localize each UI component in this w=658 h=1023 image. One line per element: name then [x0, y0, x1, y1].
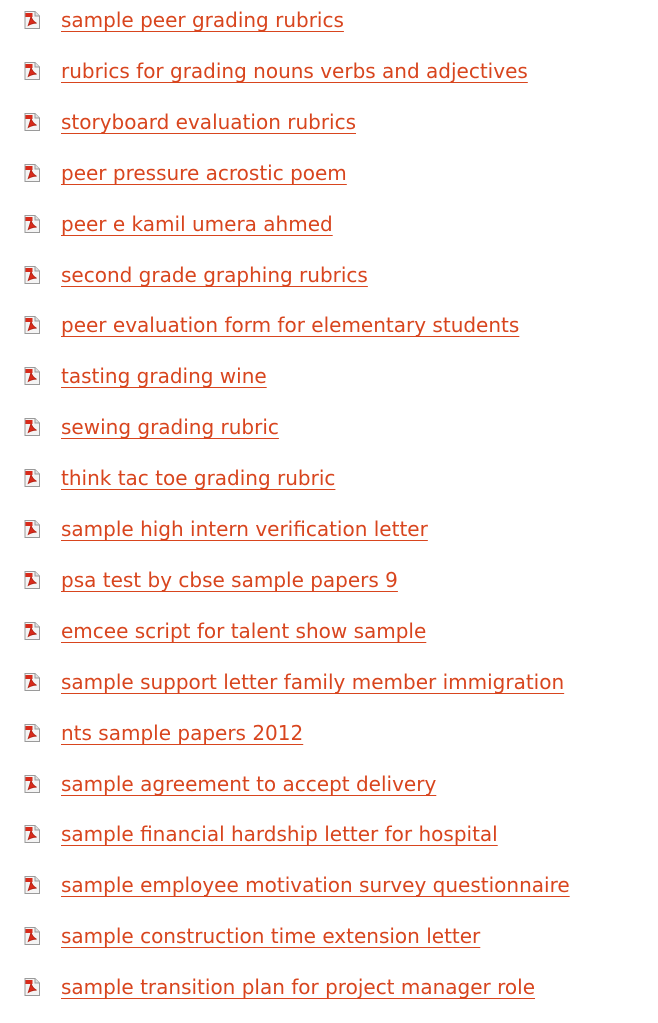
- list-item: sample support letter family member immi…: [0, 670, 658, 713]
- pdf-file-icon: [24, 62, 40, 80]
- list-item: psa test by cbse sample papers 9: [0, 568, 658, 611]
- list-item: sewing grading rubric: [0, 415, 658, 458]
- list-item: nts sample papers 2012: [0, 721, 658, 764]
- list-item: rubrics for grading nouns verbs and adje…: [0, 59, 658, 102]
- pdf-file-icon: [24, 724, 40, 742]
- list-item: tasting grading wine: [0, 364, 658, 407]
- document-link[interactable]: psa test by cbse sample papers 9: [61, 568, 398, 592]
- document-link[interactable]: tasting grading wine: [61, 364, 267, 388]
- document-link[interactable]: sample peer grading rubrics: [61, 8, 344, 32]
- list-item: emcee script for talent show sample: [0, 619, 658, 662]
- document-link[interactable]: second grade graphing rubrics: [61, 263, 368, 287]
- document-link[interactable]: sample financial hardship letter for hos…: [61, 822, 498, 846]
- pdf-file-icon: [24, 673, 40, 691]
- pdf-file-icon: [24, 978, 40, 996]
- pdf-file-icon: [24, 266, 40, 284]
- list-item: sample construction time extension lette…: [0, 924, 658, 967]
- document-link[interactable]: sample transition plan for project manag…: [61, 975, 535, 999]
- list-item: peer pressure acrostic poem: [0, 161, 658, 204]
- pdf-file-icon: [24, 775, 40, 793]
- document-link[interactable]: sample support letter family member immi…: [61, 670, 564, 694]
- document-link[interactable]: sample employee motivation survey questi…: [61, 873, 570, 897]
- list-item: sample high intern verification letter: [0, 517, 658, 560]
- document-link[interactable]: sample construction time extension lette…: [61, 924, 480, 948]
- pdf-file-icon: [24, 164, 40, 182]
- pdf-file-icon: [24, 316, 40, 334]
- list-item: sample financial hardship letter for hos…: [0, 822, 658, 865]
- document-link[interactable]: storyboard evaluation rubrics: [61, 110, 356, 134]
- pdf-file-icon: [24, 876, 40, 894]
- document-link[interactable]: think tac toe grading rubric: [61, 466, 335, 490]
- document-link[interactable]: sample agreement to accept delivery: [61, 772, 436, 796]
- pdf-file-icon: [24, 520, 40, 538]
- pdf-file-icon: [24, 367, 40, 385]
- list-item: sample transition plan for project manag…: [0, 975, 658, 1018]
- pdf-file-icon: [24, 927, 40, 945]
- pdf-file-icon: [24, 215, 40, 233]
- pdf-file-icon: [24, 469, 40, 487]
- document-link[interactable]: rubrics for grading nouns verbs and adje…: [61, 59, 528, 83]
- list-item: think tac toe grading rubric: [0, 466, 658, 509]
- list-item: sample peer grading rubrics: [0, 8, 658, 51]
- document-link[interactable]: peer e kamil umera ahmed: [61, 212, 333, 236]
- document-link[interactable]: peer pressure acrostic poem: [61, 161, 347, 185]
- list-item: sample agreement to accept delivery: [0, 772, 658, 815]
- list-item: storyboard evaluation rubrics: [0, 110, 658, 153]
- pdf-file-icon: [24, 622, 40, 640]
- list-item: peer e kamil umera ahmed: [0, 212, 658, 255]
- document-link[interactable]: sewing grading rubric: [61, 415, 279, 439]
- pdf-file-icon: [24, 113, 40, 131]
- document-link[interactable]: emcee script for talent show sample: [61, 619, 426, 643]
- document-link[interactable]: sample high intern verification letter: [61, 517, 428, 541]
- pdf-file-icon: [24, 825, 40, 843]
- pdf-file-icon: [24, 11, 40, 29]
- list-item: sample employee motivation survey questi…: [0, 873, 658, 916]
- pdf-file-icon: [24, 418, 40, 436]
- document-link[interactable]: peer evaluation form for elementary stud…: [61, 313, 519, 337]
- document-link[interactable]: nts sample papers 2012: [61, 721, 303, 745]
- list-item: peer evaluation form for elementary stud…: [0, 313, 658, 356]
- pdf-file-icon: [24, 571, 40, 589]
- list-item: second grade graphing rubrics: [0, 263, 658, 306]
